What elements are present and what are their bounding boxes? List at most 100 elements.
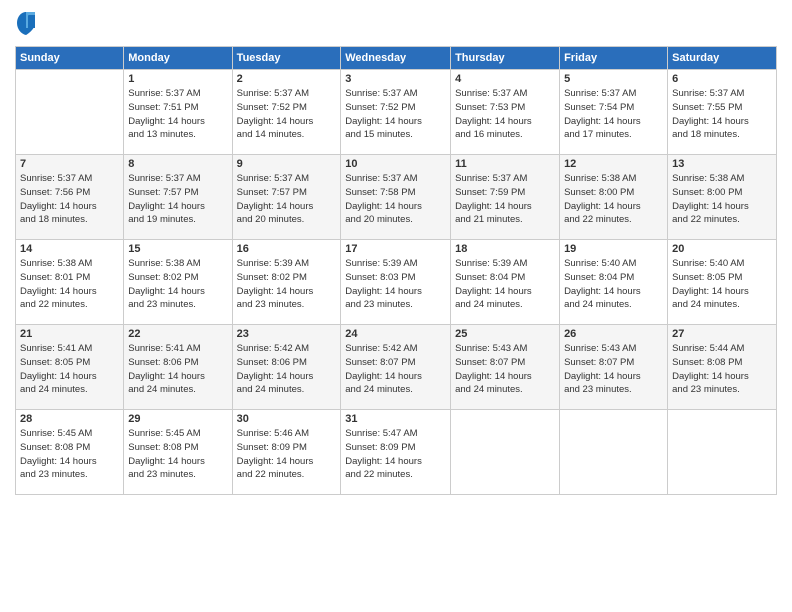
day-detail: Sunrise: 5:41 AMSunset: 8:05 PMDaylight:… [20, 342, 119, 397]
calendar-cell [560, 410, 668, 495]
day-number: 13 [672, 158, 772, 170]
day-number: 6 [672, 73, 772, 85]
calendar-cell: 3Sunrise: 5:37 AMSunset: 7:52 PMDaylight… [341, 70, 451, 155]
day-detail: Sunrise: 5:37 AMSunset: 7:58 PMDaylight:… [345, 172, 446, 227]
day-detail: Sunrise: 5:39 AMSunset: 8:04 PMDaylight:… [455, 257, 555, 312]
day-detail: Sunrise: 5:43 AMSunset: 8:07 PMDaylight:… [564, 342, 663, 397]
day-detail: Sunrise: 5:45 AMSunset: 8:08 PMDaylight:… [20, 427, 119, 482]
calendar-day-header: Friday [560, 47, 668, 70]
calendar-day-header: Monday [124, 47, 232, 70]
calendar-day-header: Tuesday [232, 47, 341, 70]
calendar-cell: 12Sunrise: 5:38 AMSunset: 8:00 PMDayligh… [560, 155, 668, 240]
day-number: 26 [564, 328, 663, 340]
calendar-cell: 8 Sunrise: 5:37 AMSunset: 7:57 PMDaylight… [124, 155, 232, 240]
calendar-cell: 19 Sunrise: 5:40 AMSunset: 8:04 PMDayligh… [560, 240, 668, 325]
day-detail: Sunrise: 5:37 AMSunset: 7:52 PMDaylight:… [345, 87, 446, 142]
day-number: 17 [345, 243, 446, 255]
logo [15, 10, 40, 38]
day-number: 23 [237, 328, 337, 340]
day-number: 18 [455, 243, 555, 255]
day-number: 24 [345, 328, 446, 340]
calendar-cell: 22 Sunrise: 5:41 AMSunset: 8:06 PMDayligh… [124, 325, 232, 410]
day-detail: Sunrise: 5:38 AMSunset: 8:00 PMDaylight:… [672, 172, 772, 227]
day-detail: Sunrise: 5:43 AMSunset: 8:07 PMDaylight:… [455, 342, 555, 397]
day-detail: Sunrise: 5:37 AMSunset: 7:51 PMDaylight:… [128, 87, 227, 142]
day-number: 1 [128, 73, 227, 85]
calendar-cell: 11 Sunrise: 5:37 AMSunset: 7:59 PMDayligh… [451, 155, 560, 240]
page: SundayMondayTuesdayWednesdayThursdayFrid… [0, 0, 792, 612]
logo-icon [15, 10, 37, 38]
calendar-header-row: SundayMondayTuesdayWednesdayThursdayFrid… [16, 47, 777, 70]
calendar-cell: 27 Sunrise: 5:44 AMSunset: 8:08 PMDayligh… [668, 325, 777, 410]
day-number: 22 [128, 328, 227, 340]
day-detail: Sunrise: 5:46 AMSunset: 8:09 PMDaylight:… [237, 427, 337, 482]
day-number: 11 [455, 158, 555, 170]
day-detail: Sunrise: 5:47 AMSunset: 8:09 PMDaylight:… [345, 427, 446, 482]
calendar-cell: 5 Sunrise: 5:37 AMSunset: 7:54 PMDaylight… [560, 70, 668, 155]
calendar-cell: 2 Sunrise: 5:37 AMSunset: 7:52 PMDaylight… [232, 70, 341, 155]
calendar-cell: 10 Sunrise: 5:37 AMSunset: 7:58 PMDayligh… [341, 155, 451, 240]
calendar-cell: 7Sunrise: 5:37 AMSunset: 7:56 PMDaylight… [16, 155, 124, 240]
day-number: 2 [237, 73, 337, 85]
day-detail: Sunrise: 5:45 AMSunset: 8:08 PMDaylight:… [128, 427, 227, 482]
day-number: 14 [20, 243, 119, 255]
day-number: 29 [128, 413, 227, 425]
calendar-cell: 25Sunrise: 5:43 AMSunset: 8:07 PMDayligh… [451, 325, 560, 410]
day-number: 31 [345, 413, 446, 425]
calendar-cell: 1 Sunrise: 5:37 AMSunset: 7:51 PMDaylight… [124, 70, 232, 155]
day-number: 19 [564, 243, 663, 255]
calendar-week-row: 1 Sunrise: 5:37 AMSunset: 7:51 PMDaylight… [16, 70, 777, 155]
day-number: 20 [672, 243, 772, 255]
day-detail: Sunrise: 5:38 AMSunset: 8:01 PMDaylight:… [20, 257, 119, 312]
calendar-cell: 14 Sunrise: 5:38 AMSunset: 8:01 PMDayligh… [16, 240, 124, 325]
calendar-cell: 28 Sunrise: 5:45 AMSunset: 8:08 PMDayligh… [16, 410, 124, 495]
calendar-cell: 16Sunrise: 5:39 AMSunset: 8:02 PMDayligh… [232, 240, 341, 325]
day-detail: Sunrise: 5:37 AMSunset: 7:53 PMDaylight:… [455, 87, 555, 142]
calendar-cell: 24 Sunrise: 5:42 AMSunset: 8:07 PMDayligh… [341, 325, 451, 410]
calendar-week-row: 14 Sunrise: 5:38 AMSunset: 8:01 PMDayligh… [16, 240, 777, 325]
calendar-cell: 15Sunrise: 5:38 AMSunset: 8:02 PMDayligh… [124, 240, 232, 325]
day-detail: Sunrise: 5:38 AMSunset: 8:02 PMDaylight:… [128, 257, 227, 312]
day-number: 5 [564, 73, 663, 85]
day-number: 27 [672, 328, 772, 340]
calendar-cell [16, 70, 124, 155]
day-detail: Sunrise: 5:37 AMSunset: 7:57 PMDaylight:… [237, 172, 337, 227]
calendar-day-header: Thursday [451, 47, 560, 70]
day-detail: Sunrise: 5:39 AMSunset: 8:03 PMDaylight:… [345, 257, 446, 312]
day-number: 8 [128, 158, 227, 170]
day-detail: Sunrise: 5:41 AMSunset: 8:06 PMDaylight:… [128, 342, 227, 397]
calendar-cell: 13 Sunrise: 5:38 AMSunset: 8:00 PMDayligh… [668, 155, 777, 240]
day-detail: Sunrise: 5:38 AMSunset: 8:00 PMDaylight:… [564, 172, 663, 227]
day-detail: Sunrise: 5:37 AMSunset: 7:54 PMDaylight:… [564, 87, 663, 142]
day-detail: Sunrise: 5:40 AMSunset: 8:05 PMDaylight:… [672, 257, 772, 312]
day-number: 30 [237, 413, 337, 425]
day-detail: Sunrise: 5:40 AMSunset: 8:04 PMDaylight:… [564, 257, 663, 312]
day-detail: Sunrise: 5:37 AMSunset: 7:52 PMDaylight:… [237, 87, 337, 142]
calendar-day-header: Saturday [668, 47, 777, 70]
day-detail: Sunrise: 5:42 AMSunset: 8:07 PMDaylight:… [345, 342, 446, 397]
calendar-cell: 21 Sunrise: 5:41 AMSunset: 8:05 PMDayligh… [16, 325, 124, 410]
calendar-cell: 26 Sunrise: 5:43 AMSunset: 8:07 PMDayligh… [560, 325, 668, 410]
calendar-table: SundayMondayTuesdayWednesdayThursdayFrid… [15, 46, 777, 495]
calendar-day-header: Sunday [16, 47, 124, 70]
calendar-cell: 30 Sunrise: 5:46 AMSunset: 8:09 PMDayligh… [232, 410, 341, 495]
calendar-cell [451, 410, 560, 495]
day-detail: Sunrise: 5:37 AMSunset: 7:57 PMDaylight:… [128, 172, 227, 227]
day-number: 4 [455, 73, 555, 85]
day-detail: Sunrise: 5:42 AMSunset: 8:06 PMDaylight:… [237, 342, 337, 397]
calendar-cell: 6 Sunrise: 5:37 AMSunset: 7:55 PMDaylight… [668, 70, 777, 155]
day-detail: Sunrise: 5:39 AMSunset: 8:02 PMDaylight:… [237, 257, 337, 312]
day-number: 28 [20, 413, 119, 425]
calendar-cell: 9Sunrise: 5:37 AMSunset: 7:57 PMDaylight… [232, 155, 341, 240]
day-number: 10 [345, 158, 446, 170]
day-detail: Sunrise: 5:37 AMSunset: 7:59 PMDaylight:… [455, 172, 555, 227]
calendar-cell: 4 Sunrise: 5:37 AMSunset: 7:53 PMDaylight… [451, 70, 560, 155]
header [15, 10, 777, 38]
day-number: 21 [20, 328, 119, 340]
day-detail: Sunrise: 5:37 AMSunset: 7:55 PMDaylight:… [672, 87, 772, 142]
calendar-cell [668, 410, 777, 495]
day-detail: Sunrise: 5:44 AMSunset: 8:08 PMDaylight:… [672, 342, 772, 397]
day-detail: Sunrise: 5:37 AMSunset: 7:56 PMDaylight:… [20, 172, 119, 227]
calendar-week-row: 28 Sunrise: 5:45 AMSunset: 8:08 PMDayligh… [16, 410, 777, 495]
calendar-week-row: 7Sunrise: 5:37 AMSunset: 7:56 PMDaylight… [16, 155, 777, 240]
